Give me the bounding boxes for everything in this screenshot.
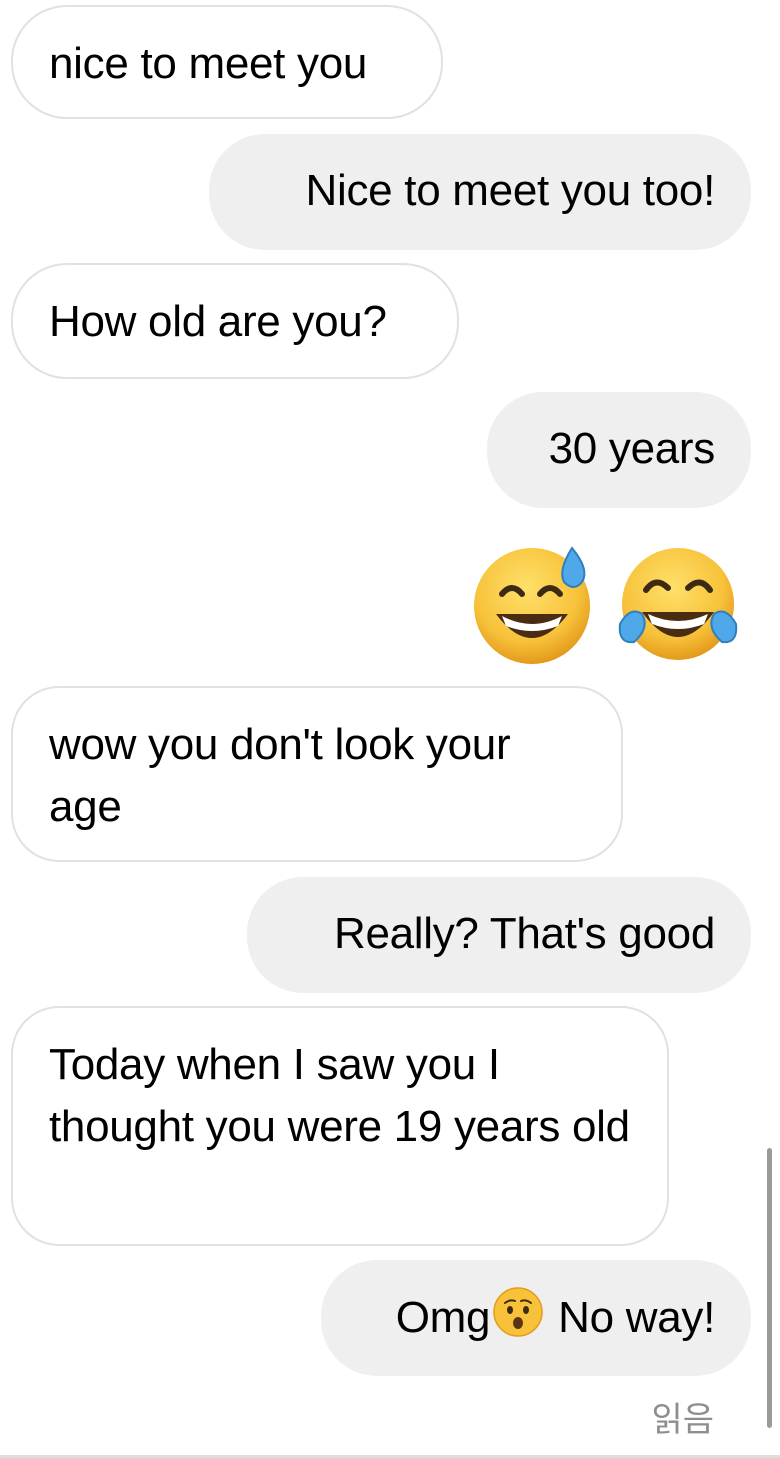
message-bubble-incoming[interactable]: nice to meet you — [11, 5, 443, 119]
message-text: wow you don't look your age — [49, 720, 511, 831]
message-text: nice to meet you — [49, 39, 368, 88]
read-receipt: 읽음 — [651, 1400, 714, 1440]
face-with-tears-of-joy-icon[interactable] — [616, 542, 740, 666]
message-bubble-outgoing[interactable]: 30 years — [487, 392, 751, 508]
message-text: No way! — [558, 1293, 715, 1342]
message-text: 30 years — [548, 424, 716, 473]
message-text: How old are you? — [49, 297, 387, 346]
message-text: Omg — [395, 1293, 491, 1342]
message-bubble-incoming[interactable]: Today when I saw you I thought you were … — [11, 1006, 669, 1246]
message-bubble-outgoing[interactable]: Omg No way! — [321, 1260, 751, 1376]
message-bubble-incoming[interactable]: How old are you? — [11, 263, 459, 379]
message-text: Nice to meet you too! — [305, 166, 716, 215]
message-bubble-incoming[interactable]: wow you don't look your age — [11, 686, 623, 862]
grinning-face-with-sweat-icon[interactable] — [472, 542, 596, 666]
message-text: Today when I saw you I thought you were … — [49, 1040, 630, 1151]
hushed-face-icon — [493, 1287, 543, 1337]
message-text: Really? That's good — [333, 909, 715, 958]
message-bubble-outgoing[interactable]: Really? That's good — [247, 877, 751, 993]
scrollbar[interactable] — [767, 1148, 772, 1428]
message-bubble-outgoing[interactable]: Nice to meet you too! — [209, 134, 751, 250]
